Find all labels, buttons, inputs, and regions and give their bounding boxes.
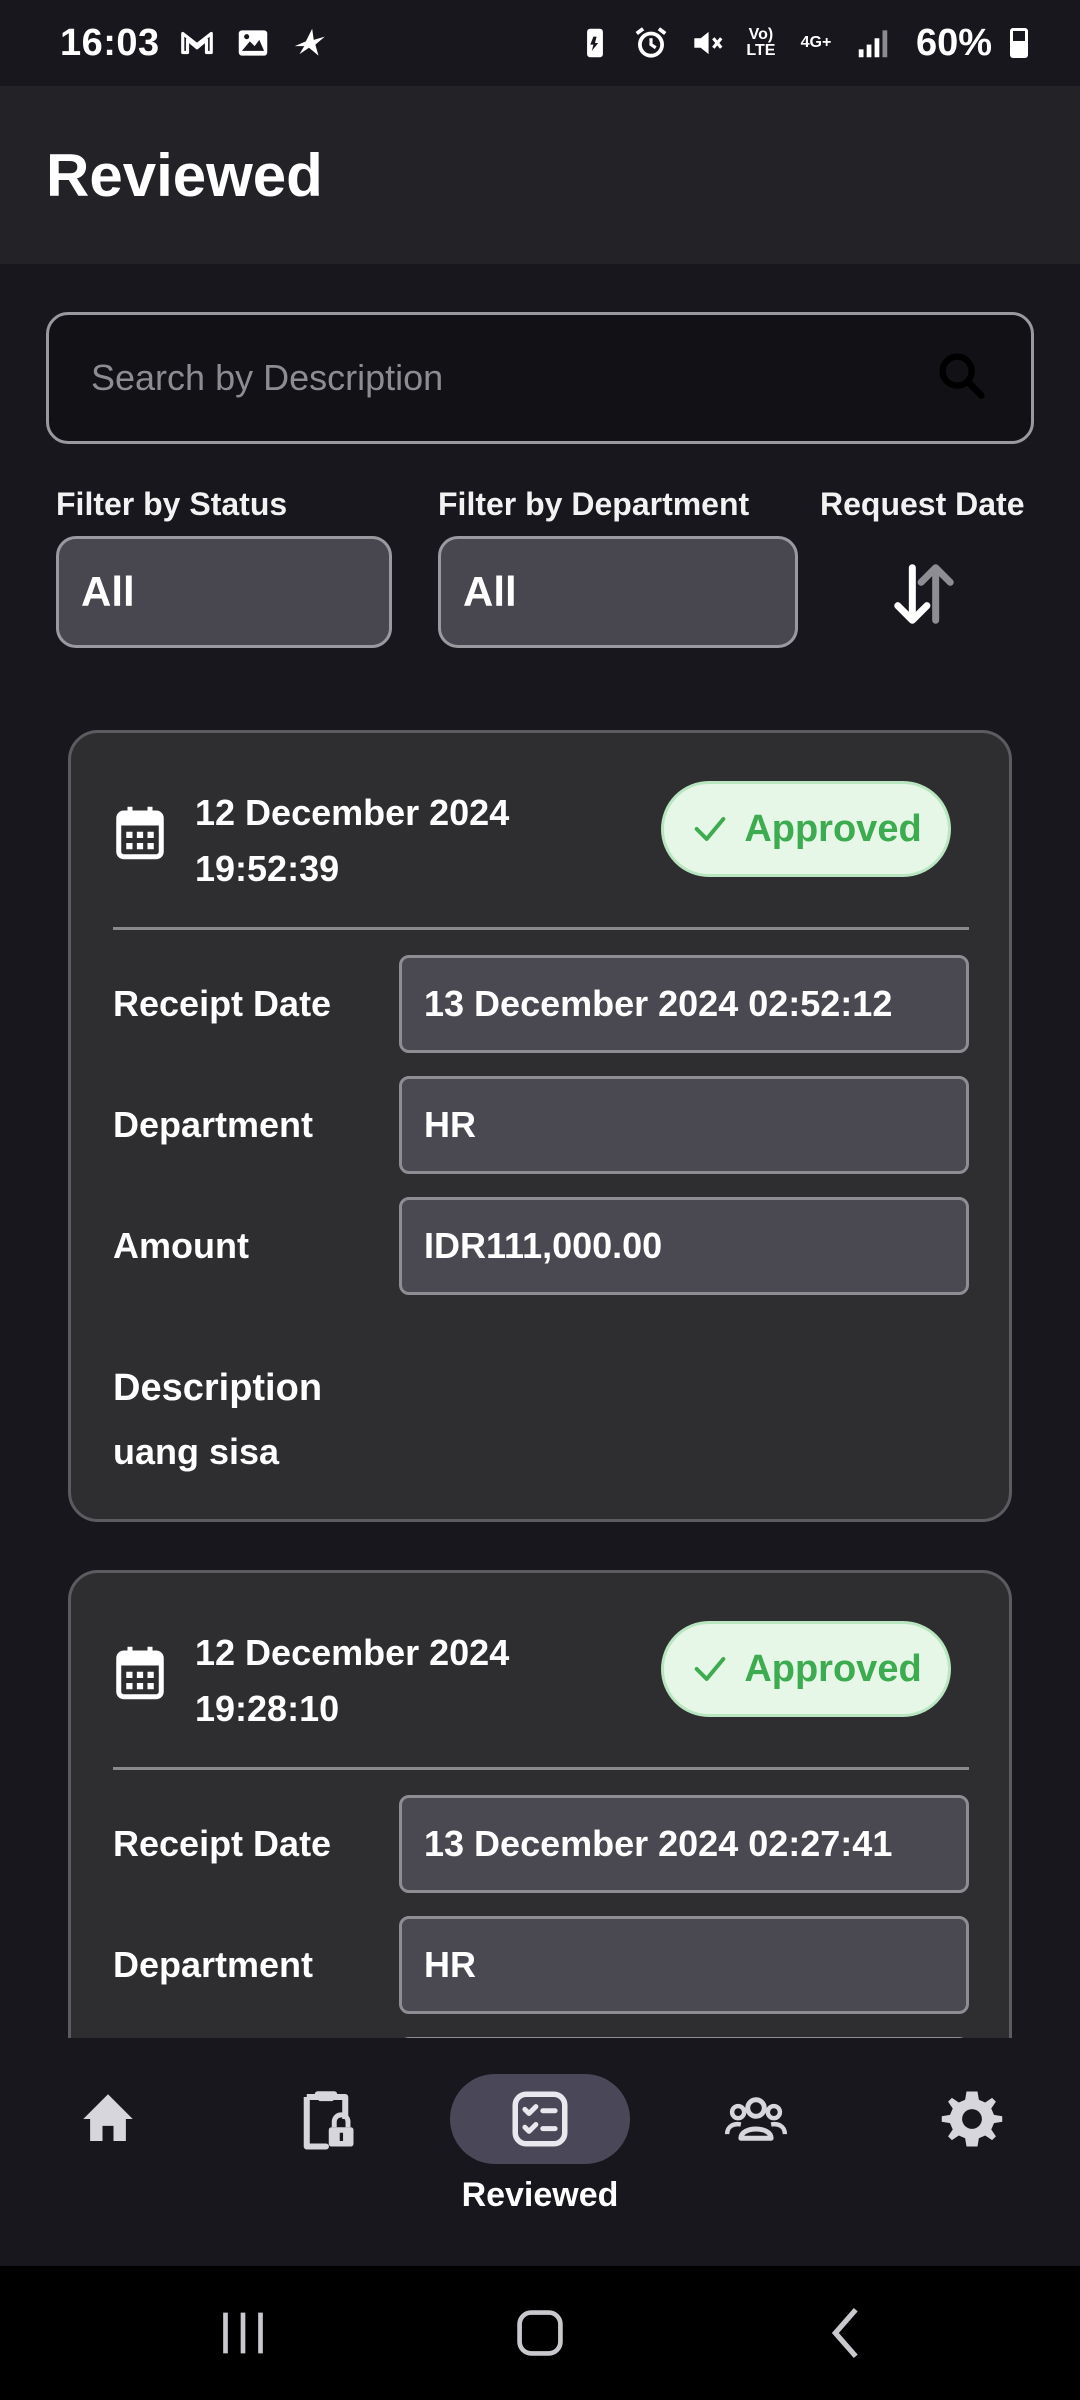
amount-field: IDR111,000.00 (399, 1197, 969, 1295)
filter-status-select[interactable]: All (56, 536, 392, 648)
receipt-date-value: 13 December 2024 02:52:12 (424, 983, 893, 1024)
back-button[interactable] (812, 2298, 882, 2368)
nav-item-settings[interactable] (882, 2038, 1062, 2266)
battery-icon (1010, 28, 1028, 58)
network-4g-icon: 4G+ (800, 34, 832, 51)
description-value: uang sisa (113, 1431, 280, 1472)
receipt-date-field: 13 December 2024 02:27:41 (399, 1795, 969, 1893)
checklist-icon (512, 2091, 568, 2147)
nav-item-users[interactable] (666, 2038, 846, 2266)
volte-icon: Vo) LTE (746, 26, 776, 59)
home-outline-icon (517, 2310, 563, 2356)
sort-arrows-icon (894, 564, 954, 624)
department-label: Department (113, 1944, 314, 1985)
calendar-icon (115, 805, 165, 861)
nav-icon-container (18, 2074, 198, 2164)
signal-icon (854, 24, 892, 62)
battery-saver-icon (576, 24, 614, 62)
page-title: Reviewed (46, 141, 323, 209)
gallery-icon (234, 24, 272, 62)
home-icon (83, 2094, 133, 2141)
nav-icon-container (450, 2074, 630, 2164)
card-request-date: 12 December 2024 (195, 792, 510, 833)
gmail-icon (178, 24, 216, 62)
filter-status-value: All (81, 568, 135, 615)
app-bar: Reviewed (0, 86, 1080, 264)
department-label: Department (113, 1104, 314, 1145)
card-header: 12 December 2024 19:28:10 Approved (115, 1617, 971, 1729)
card-request-datetime: 12 December 2024 19:28:10 (195, 1625, 509, 1737)
users-icon (724, 2097, 788, 2141)
amount-label: Amount (113, 1225, 249, 1266)
card-request-date: 12 December 2024 (195, 1632, 510, 1673)
status-badge-label: Approved (744, 1647, 922, 1690)
nav-icon-container (236, 2074, 416, 2164)
status-bar: 16:03 Vo) LTE 4G+ 60% (0, 0, 1080, 86)
department-field: HR (399, 1076, 969, 1174)
status-badge: Approved (661, 1621, 951, 1717)
filter-department-select[interactable]: All (438, 536, 798, 648)
nav-item-reviewed[interactable]: Reviewed (450, 2038, 630, 2266)
back-chevron-icon (831, 2307, 858, 2359)
card-header: 12 December 2024 19:52:39 Approved (115, 777, 971, 889)
card-request-time: 19:28:10 (195, 1688, 340, 1729)
nav-label-reviewed: Reviewed (461, 2176, 619, 2214)
clipboard-lock-icon (303, 2091, 354, 2150)
receipt-date-value: 13 December 2024 02:27:41 (424, 1823, 893, 1864)
settings-icon (941, 2091, 1003, 2147)
card-divider (113, 927, 969, 930)
receipt-date-label: Receipt Date (113, 983, 332, 1024)
mute-icon (688, 24, 726, 62)
request-card[interactable]: 12 December 2024 19:52:39 Approved Recei… (68, 730, 1012, 1522)
filter-department-label: Filter by Department (438, 486, 750, 522)
content-area[interactable]: Filter by Status All Filter by Departmen… (0, 264, 1080, 2038)
sort-date-button[interactable] (884, 554, 964, 634)
card-request-time: 19:52:39 (195, 848, 340, 889)
department-field: HR (399, 1916, 969, 2014)
receipt-date-label: Receipt Date (113, 1823, 332, 1864)
battery-percent: 60% (915, 21, 992, 64)
card-request-datetime: 12 December 2024 19:52:39 (195, 785, 509, 897)
status-right: Vo) LTE 4G+ 60% (576, 22, 1028, 65)
nav-item-home[interactable] (18, 2038, 198, 2266)
recent-apps-button[interactable] (208, 2298, 278, 2368)
filter-status-label: Filter by Status (56, 486, 288, 522)
filter-department-value: All (463, 568, 517, 615)
status-time: 16:03 (60, 21, 160, 64)
check-icon (694, 1657, 726, 1681)
request-date-label: Request Date (820, 486, 1025, 522)
nav-item-pending[interactable] (236, 2038, 416, 2266)
recent-apps-icon (223, 2312, 263, 2354)
description-label: Description (113, 1367, 323, 1409)
check-icon (694, 817, 726, 841)
nav-icon-container (666, 2074, 846, 2164)
request-card[interactable]: 12 December 2024 19:28:10 Approved Recei… (68, 1570, 1012, 2038)
card-divider (113, 1767, 969, 1770)
search-box[interactable] (46, 312, 1034, 444)
status-badge: Approved (661, 781, 951, 877)
amount-value: IDR111,000.00 (424, 1225, 663, 1266)
department-value: HR (424, 1104, 476, 1145)
nav-icon-container (882, 2074, 1062, 2164)
search-icon[interactable] (933, 347, 991, 410)
bird-app-icon (290, 24, 328, 62)
calendar-icon (115, 1645, 165, 1701)
bottom-nav: Reviewed (0, 2038, 1080, 2266)
receipt-date-field: 13 December 2024 02:52:12 (399, 955, 969, 1053)
search-input[interactable] (91, 357, 911, 399)
system-nav-bar (0, 2266, 1080, 2400)
home-button[interactable] (505, 2298, 575, 2368)
status-left: 16:03 (60, 22, 328, 65)
department-value: HR (424, 1944, 476, 1985)
alarm-icon (632, 24, 670, 62)
status-badge-label: Approved (744, 807, 922, 850)
